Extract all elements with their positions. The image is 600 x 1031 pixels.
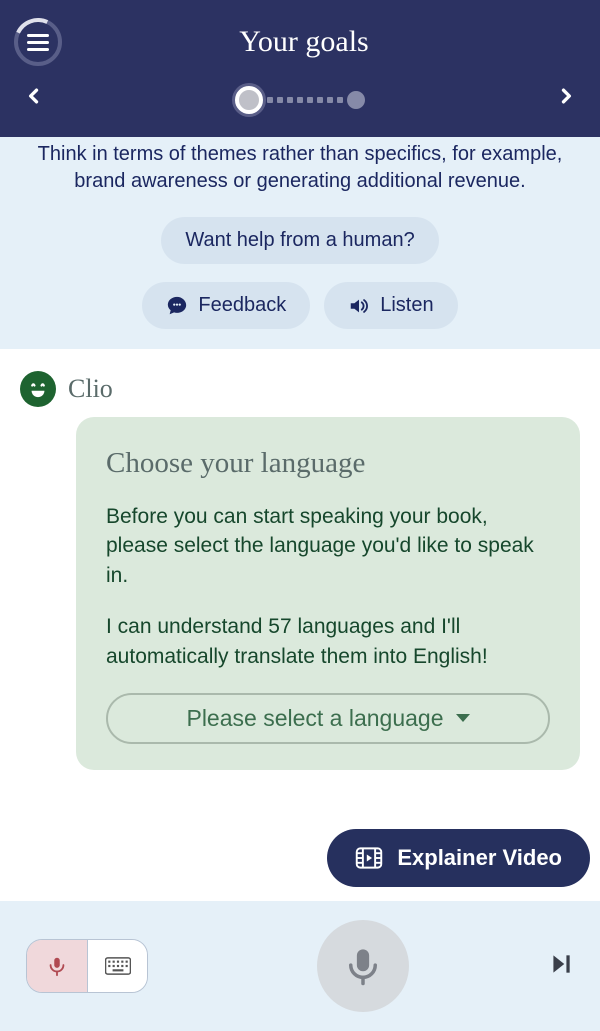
page-title: Your goals: [22, 25, 586, 59]
progress-step-current: [235, 86, 263, 114]
language-select-placeholder: Please select a language: [186, 705, 443, 732]
bottom-bar: [0, 901, 600, 1031]
hamburger-icon: [27, 34, 49, 51]
film-icon: [355, 846, 383, 870]
feedback-button[interactable]: Feedback: [142, 282, 310, 329]
mic-icon: [46, 955, 68, 977]
progress-step-next: [347, 91, 365, 109]
keyboard-mode-button[interactable]: [87, 940, 147, 992]
caret-down-icon: [456, 714, 470, 722]
menu-button[interactable]: [14, 18, 62, 66]
input-mode-toggle: [26, 939, 148, 993]
mic-large-icon: [342, 945, 384, 987]
nav-prev-button[interactable]: [24, 82, 44, 117]
progress-indicator: [235, 86, 365, 114]
listen-label: Listen: [380, 294, 433, 317]
language-card: Choose your language Before you can star…: [76, 417, 580, 770]
card-paragraph-1: Before you can start speaking your book,…: [106, 502, 550, 590]
card-title: Choose your language: [106, 447, 550, 480]
chat-area: Clio Choose your language Before you can…: [0, 349, 600, 901]
chat-icon: [166, 295, 188, 317]
header: Your goals: [0, 0, 600, 137]
keyboard-icon: [105, 957, 131, 975]
chevron-right-icon: [556, 82, 576, 110]
sender-name: Clio: [68, 374, 113, 404]
explainer-label: Explainer Video: [397, 845, 562, 871]
help-human-label: Want help from a human?: [185, 229, 414, 252]
help-human-button[interactable]: Want help from a human?: [161, 217, 438, 264]
progress-dashes: [267, 97, 343, 103]
instructions-panel: Think in terms of themes rather than spe…: [0, 137, 600, 349]
card-paragraph-2: I can understand 57 languages and I'll a…: [106, 612, 550, 671]
instruction-text: Think in terms of themes rather than spe…: [22, 141, 578, 195]
skip-forward-icon: [548, 951, 574, 977]
explainer-video-button[interactable]: Explainer Video: [327, 829, 590, 887]
chevron-left-icon: [24, 82, 44, 110]
feedback-label: Feedback: [198, 294, 286, 317]
avatar: [20, 371, 56, 407]
smile-icon: [24, 375, 52, 403]
skip-button[interactable]: [548, 951, 574, 982]
nav-next-button[interactable]: [556, 82, 576, 117]
record-button[interactable]: [317, 920, 409, 1012]
mic-mode-button[interactable]: [27, 940, 87, 992]
speaker-icon: [348, 295, 370, 317]
listen-button[interactable]: Listen: [324, 282, 457, 329]
language-select[interactable]: Please select a language: [106, 693, 550, 744]
